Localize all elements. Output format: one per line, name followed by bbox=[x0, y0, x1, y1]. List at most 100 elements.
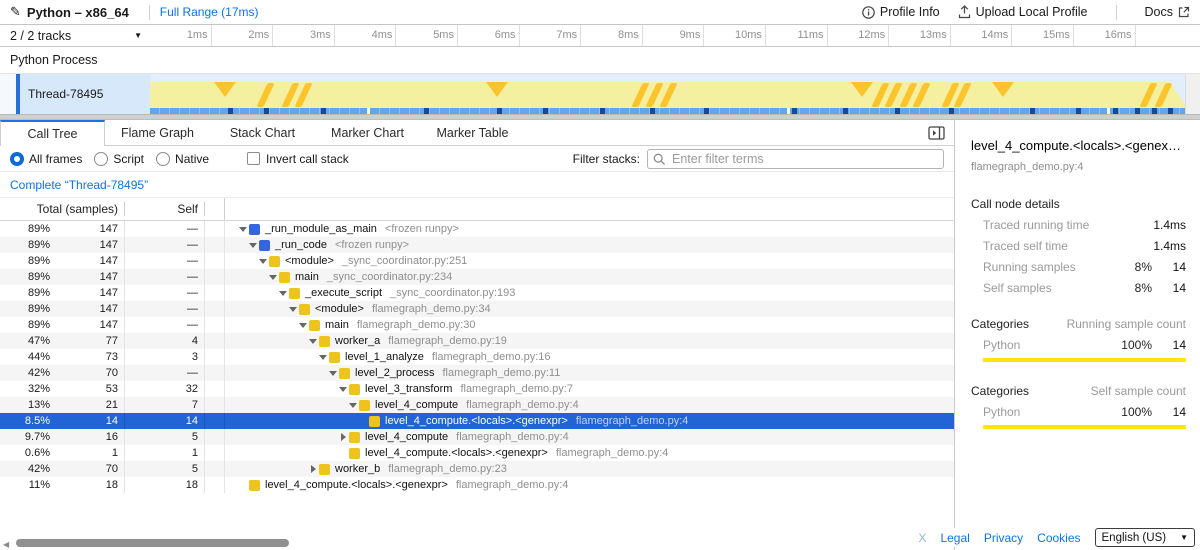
detail-value: 1.4ms bbox=[1152, 219, 1186, 232]
call-tree-row[interactable]: 13%217level_4_computeflamegraph_demo.py:… bbox=[0, 397, 954, 413]
twisty-closed-icon[interactable] bbox=[337, 433, 349, 441]
footer-link-cookies[interactable]: Cookies bbox=[1037, 531, 1080, 545]
sidebar-toggle-button[interactable] bbox=[926, 125, 946, 141]
total-cell: 0.6%1 bbox=[0, 445, 125, 461]
categories-label: Categories bbox=[971, 317, 1029, 331]
call-tree-row[interactable]: 42%705worker_bflamegraph_demo.py:23 bbox=[0, 461, 954, 477]
call-tree-row[interactable]: 8.5%1414level_4_compute.<locals>.<genexp… bbox=[0, 413, 954, 429]
twisty-open-icon[interactable] bbox=[237, 227, 249, 232]
twisty-closed-icon[interactable] bbox=[307, 465, 319, 473]
edit-profile-name-icon[interactable]: ✎ bbox=[10, 4, 21, 20]
twisty-open-icon[interactable] bbox=[287, 307, 299, 312]
scroll-left-icon[interactable]: ◀ bbox=[3, 540, 9, 549]
twisty-open-icon[interactable] bbox=[267, 275, 279, 280]
twisty-open-icon[interactable] bbox=[347, 403, 359, 408]
call-tree-row[interactable]: 32%5332level_3_transformflamegraph_demo.… bbox=[0, 381, 954, 397]
scrollbar-thumb[interactable] bbox=[16, 539, 289, 547]
sample-dense-tick bbox=[949, 108, 954, 114]
tree-cell: main_sync_coordinator.py:234 bbox=[225, 269, 954, 285]
docs-button[interactable]: Docs bbox=[1145, 5, 1190, 19]
activity-marker-triangle-icon bbox=[851, 82, 873, 97]
call-tree-row[interactable]: 89%147—<module>_sync_coordinator.py:251 bbox=[0, 253, 954, 269]
twisty-open-icon[interactable] bbox=[247, 243, 259, 248]
tab-call-tree[interactable]: Call Tree bbox=[0, 120, 105, 146]
call-tree-row[interactable]: 89%147—_run_code<frozen runpy> bbox=[0, 237, 954, 253]
call-tree-row[interactable]: 89%147—_execute_script_sync_coordinator.… bbox=[0, 285, 954, 301]
tab-marker-chart[interactable]: Marker Chart bbox=[315, 120, 420, 146]
docs-label: Docs bbox=[1145, 5, 1173, 19]
call-tree-row[interactable]: 89%147—mainflamegraph_demo.py:30 bbox=[0, 317, 954, 333]
category-square-icon bbox=[349, 448, 360, 459]
detail-row: Traced running time 1.4ms bbox=[971, 219, 1186, 232]
call-tree-row[interactable]: 11%1818level_4_compute.<locals>.<genexpr… bbox=[0, 477, 954, 493]
function-name: level_4_compute.<locals>.<genexpr> bbox=[265, 479, 448, 491]
call-tree-row[interactable]: 89%147—main_sync_coordinator.py:234 bbox=[0, 269, 954, 285]
call-tree-row[interactable]: 42%70—level_2_processflamegraph_demo.py:… bbox=[0, 365, 954, 381]
full-range-link[interactable]: Full Range (17ms) bbox=[160, 5, 259, 19]
process-track-header[interactable]: Python Process bbox=[0, 47, 1200, 74]
function-name: level_3_transform bbox=[365, 383, 452, 395]
divider bbox=[1116, 5, 1117, 20]
call-tree-row[interactable]: 9.7%165level_4_computeflamegraph_demo.py… bbox=[0, 429, 954, 445]
thread-track-label-cell[interactable]: Thread-78495 bbox=[20, 74, 150, 114]
tab-flame-graph[interactable]: Flame Graph bbox=[105, 120, 210, 146]
radio-script-label[interactable]: Script bbox=[113, 152, 144, 166]
activity-graph[interactable] bbox=[150, 82, 1185, 108]
twisty-open-icon[interactable] bbox=[257, 259, 269, 264]
sample-dense-tick bbox=[543, 108, 548, 114]
column-header-self[interactable]: Self bbox=[125, 202, 205, 216]
radio-all-frames[interactable] bbox=[10, 152, 24, 166]
thread-track-gutter bbox=[0, 74, 16, 114]
sample-strip[interactable] bbox=[150, 108, 1185, 114]
tab-marker-table[interactable]: Marker Table bbox=[420, 120, 525, 146]
language-select[interactable]: English (US) ▼ bbox=[1095, 528, 1195, 547]
invert-call-stack-checkbox[interactable] bbox=[247, 152, 260, 165]
footer-link-legal[interactable]: Legal bbox=[940, 531, 969, 545]
total-samples: 53 bbox=[50, 383, 124, 395]
sample-dense-tick bbox=[895, 108, 900, 114]
invert-call-stack-label[interactable]: Invert call stack bbox=[266, 152, 349, 166]
ruler-tick: 11ms bbox=[766, 25, 828, 46]
horizontal-scrollbar[interactable]: ◀ bbox=[0, 537, 954, 550]
twisty-open-icon[interactable] bbox=[307, 339, 319, 344]
thread-track[interactable]: Thread-78495 bbox=[0, 74, 1200, 114]
radio-script[interactable] bbox=[94, 152, 108, 166]
call-tree-row[interactable]: 44%733level_1_analyzeflamegraph_demo.py:… bbox=[0, 349, 954, 365]
twisty-open-icon[interactable] bbox=[327, 371, 339, 376]
filter-stacks-input[interactable] bbox=[647, 149, 944, 169]
activity-marker-triangle-icon bbox=[214, 82, 236, 97]
function-location: flamegraph_demo.py:4 bbox=[576, 415, 689, 427]
activity-marker-slash-icon bbox=[1139, 83, 1157, 107]
column-header-total[interactable]: Total (samples) bbox=[0, 202, 125, 216]
breadcrumb-complete-thread[interactable]: Complete “Thread-78495” bbox=[10, 178, 148, 192]
function-name: level_4_compute.<locals>.<genexpr> bbox=[385, 415, 568, 427]
footer-link-x[interactable]: X bbox=[918, 531, 926, 545]
twisty-open-icon[interactable] bbox=[297, 323, 309, 328]
ruler-ticks[interactable]: 1ms2ms3ms4ms5ms6ms7ms8ms9ms10ms11ms12ms1… bbox=[150, 25, 1185, 46]
category-square-icon bbox=[249, 224, 260, 235]
footer-link-privacy[interactable]: Privacy bbox=[984, 531, 1023, 545]
ruler-tick: 12ms bbox=[828, 25, 890, 46]
radio-native-label[interactable]: Native bbox=[175, 152, 209, 166]
call-tree-row[interactable]: 0.6%11level_4_compute.<locals>.<genexpr>… bbox=[0, 445, 954, 461]
call-tree-row[interactable]: 47%774worker_aflamegraph_demo.py:19 bbox=[0, 333, 954, 349]
tab-stack-chart[interactable]: Stack Chart bbox=[210, 120, 315, 146]
thread-activity-track[interactable] bbox=[150, 74, 1185, 114]
total-cell: 89%147 bbox=[0, 317, 125, 333]
twisty-open-icon[interactable] bbox=[277, 291, 289, 296]
twisty-open-icon[interactable] bbox=[337, 387, 349, 392]
call-tree-row[interactable]: 89%147—_run_module_as_main<frozen runpy> bbox=[0, 221, 954, 237]
tracks-dropdown-button[interactable]: 2 / 2 tracks ▼ bbox=[0, 25, 150, 46]
twisty-open-icon[interactable] bbox=[317, 355, 329, 360]
tabbar-spacer bbox=[525, 120, 954, 146]
radio-all-frames-label[interactable]: All frames bbox=[29, 152, 82, 166]
profile-info-button[interactable]: Profile Info bbox=[862, 5, 940, 19]
total-cell: 89%147 bbox=[0, 237, 125, 253]
radio-native[interactable] bbox=[156, 152, 170, 166]
tree-cell: worker_aflamegraph_demo.py:19 bbox=[225, 333, 954, 349]
categories-metric: Running sample count bbox=[1067, 317, 1186, 331]
upload-profile-button[interactable]: Upload Local Profile bbox=[958, 5, 1088, 19]
self-cell: 3 bbox=[125, 349, 205, 365]
call-tree-row[interactable]: 89%147—<module>flamegraph_demo.py:34 bbox=[0, 301, 954, 317]
icon-cell bbox=[205, 301, 225, 317]
